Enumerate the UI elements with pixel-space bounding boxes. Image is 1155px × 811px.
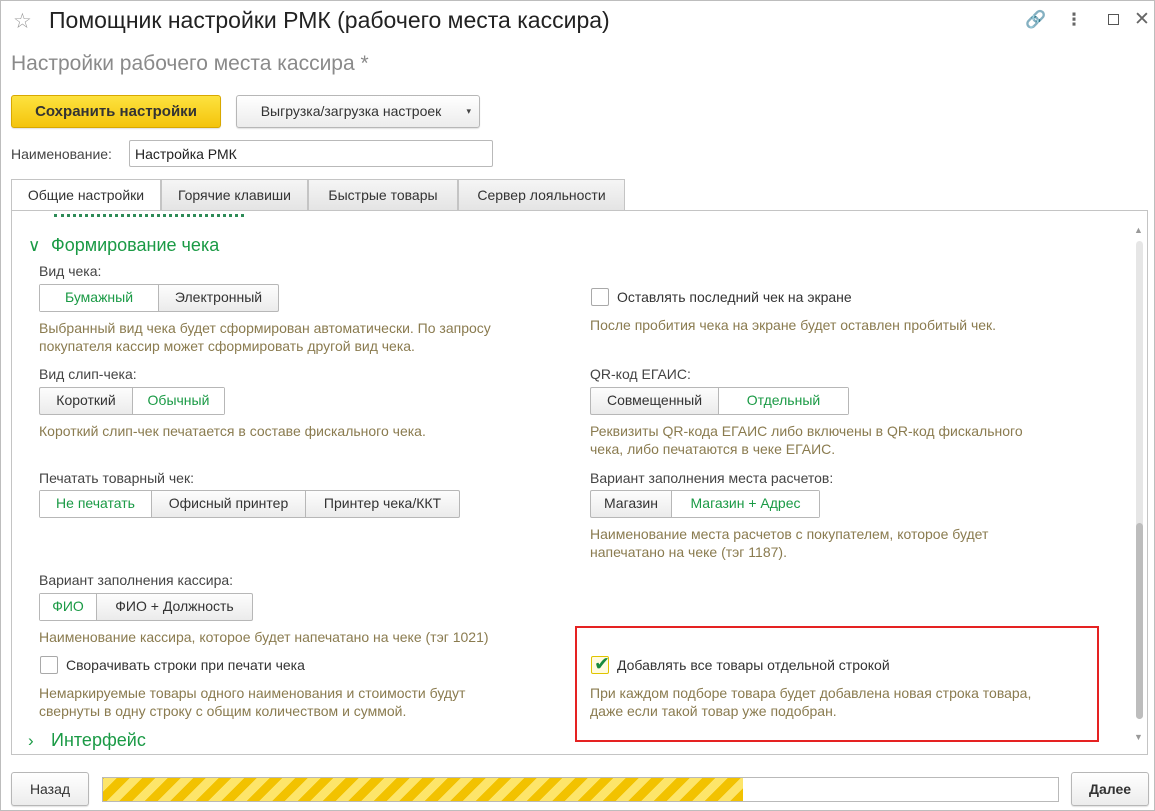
receipt-type-paper[interactable]: Бумажный [40, 285, 158, 311]
window-title: Помощник настройки РМК (рабочего места к… [49, 7, 610, 33]
goods-receipt-none[interactable]: Не печатать [40, 491, 151, 517]
title-bar: ☆ Помощник настройки РМК (рабочего места… [1, 1, 1154, 43]
highlight-frame [575, 626, 1099, 742]
more-menu-icon[interactable]: ⋮ [1063, 10, 1085, 30]
tab-hotkeys[interactable]: Горячие клавиши [161, 179, 308, 211]
section-interface-title: Интерфейс [51, 730, 146, 750]
wizard-progress-bar [102, 777, 1059, 802]
goods-receipt-kkt-printer[interactable]: Принтер чека/ККТ [305, 491, 459, 517]
qr-egais-hint-1: Реквизиты QR-кода ЕГАИС либо включены в … [590, 423, 1023, 439]
goods-receipt-office-printer[interactable]: Офисный принтер [151, 491, 305, 517]
collapse-rows-label[interactable]: Сворачивать строки при печати чека [66, 657, 305, 673]
place-shop-address[interactable]: Магазин + Адрес [671, 491, 819, 517]
place-label: Вариант заполнения места расчетов: [590, 470, 834, 486]
progress-fill [103, 778, 743, 801]
slip-type-short[interactable]: Короткий [40, 388, 132, 414]
place-hint-2: напечатано на чеке (тэг 1187). [590, 544, 787, 560]
collapse-rows-hint-1: Немаркируемые товары одного наименования… [39, 685, 466, 701]
goods-receipt-switch: Не печатать Офисный принтер Принтер чека… [39, 490, 460, 518]
chevron-down-icon: ▾ [466, 106, 471, 116]
link-icon[interactable]: 🔗 [1025, 10, 1047, 30]
slip-type-switch: Короткий Обычный [39, 387, 225, 415]
receipt-type-label: Вид чека: [39, 263, 102, 279]
receipt-type-hint-1: Выбранный вид чека будет сформирован авт… [39, 320, 491, 336]
back-button[interactable]: Назад [11, 772, 89, 806]
slip-type-label: Вид слип-чека: [39, 366, 137, 382]
export-import-label: Выгрузка/загрузка настроек [260, 103, 442, 119]
vertical-scrollbar[interactable]: ▲ ▼ [1132, 211, 1147, 754]
cashier-hint: Наименование кассира, которое будет напе… [39, 629, 489, 645]
save-settings-button[interactable]: Сохранить настройки [11, 95, 221, 128]
scroll-thumb[interactable] [1136, 523, 1143, 719]
scrolled-section-fragment [54, 211, 244, 217]
place-shop[interactable]: Магазин [591, 491, 671, 517]
qr-egais-label: QR-код ЕГАИС: [590, 366, 691, 382]
section-receipt-header[interactable]: ∨ Формирование чека [28, 235, 219, 256]
close-icon[interactable]: ✕ [1131, 8, 1153, 31]
collapse-rows-checkbox[interactable] [40, 656, 58, 674]
qr-egais-combined[interactable]: Совмещенный [591, 388, 718, 414]
slip-type-hint: Короткий слип-чек печатается в составе ф… [39, 423, 426, 439]
chevron-down-icon: ∨ [28, 236, 41, 255]
scroll-up-icon[interactable]: ▲ [1134, 225, 1143, 235]
cashier-fio[interactable]: ФИО [40, 594, 96, 620]
cashier-switch: ФИО ФИО + Должность [39, 593, 253, 621]
tab-general[interactable]: Общие настройки [11, 179, 161, 213]
next-button[interactable]: Далее [1071, 772, 1149, 806]
name-label: Наименование: [11, 146, 112, 162]
collapse-rows-hint-2: свернуты в одну строку с общим количеств… [39, 703, 407, 719]
receipt-type-switch: Бумажный Электронный [39, 284, 279, 312]
place-switch: Магазин Магазин + Адрес [590, 490, 820, 518]
section-receipt-title: Формирование чека [51, 235, 220, 255]
tab-quick-goods[interactable]: Быстрые товары [308, 179, 458, 211]
chevron-right-icon: › [28, 731, 34, 750]
receipt-type-electronic[interactable]: Электронный [158, 285, 278, 311]
export-import-button[interactable]: Выгрузка/загрузка настроек ▾ [236, 95, 480, 128]
wizard-window: ☆ Помощник настройки РМК (рабочего места… [0, 0, 1155, 811]
favorite-star-icon[interactable]: ☆ [13, 9, 32, 34]
tab-loyalty-server[interactable]: Сервер лояльности [458, 179, 625, 211]
place-hint-1: Наименование места расчетов с покупателе… [590, 526, 989, 542]
cashier-fio-position[interactable]: ФИО + Должность [96, 594, 252, 620]
maximize-icon[interactable] [1102, 10, 1124, 30]
qr-egais-hint-2: чека, либо печатаются в чеке ЕГАИС. [590, 441, 836, 457]
cashier-label: Вариант заполнения кассира: [39, 572, 234, 588]
qr-egais-separate[interactable]: Отдельный [718, 388, 848, 414]
scroll-down-icon[interactable]: ▼ [1134, 732, 1143, 742]
form-subtitle: Настройки рабочего места кассира * [11, 52, 369, 75]
name-field[interactable] [129, 140, 493, 167]
keep-last-checkbox[interactable] [591, 288, 609, 306]
section-interface-header[interactable]: › Интерфейс [28, 730, 146, 751]
goods-receipt-label: Печатать товарный чек: [39, 470, 194, 486]
receipt-type-hint-2: покупателя кассир может сформировать дру… [39, 338, 415, 354]
keep-last-hint: После пробития чека на экране будет оста… [590, 317, 997, 333]
slip-type-normal[interactable]: Обычный [132, 388, 224, 414]
keep-last-label[interactable]: Оставлять последний чек на экране [617, 289, 852, 305]
qr-egais-switch: Совмещенный Отдельный [590, 387, 849, 415]
